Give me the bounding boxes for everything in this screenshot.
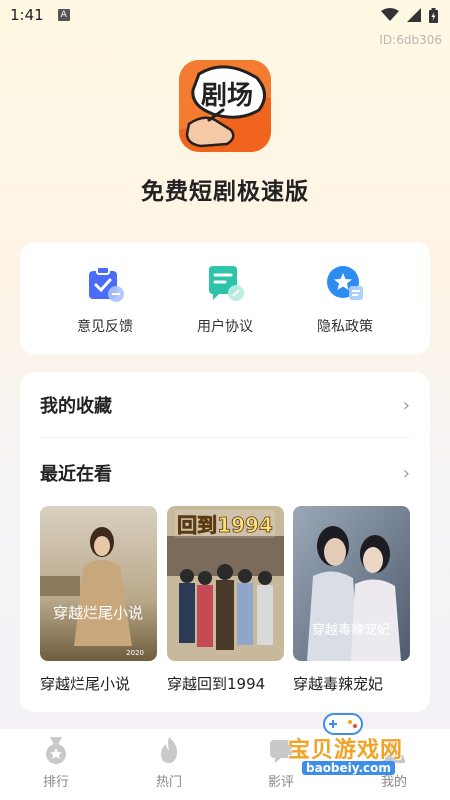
drama-title: 穿越烂尾小说 [40,675,131,693]
agreement-document-icon [205,264,245,304]
drama-poster: 穿越烂尾小说 2020 [40,506,157,661]
nav-ranking[interactable]: 排行 [16,735,96,790]
drama-title: 穿越毒辣宠妃 [293,675,384,693]
app-title: 免费短剧极速版 [141,179,309,205]
svg-text:剧场: 剧场 [201,81,253,111]
user-agreement-label: 用户协议 [197,319,253,335]
svg-text:穿越烂尾小说: 穿越烂尾小说 [53,604,143,622]
status-time: 1:41 [10,6,44,24]
quick-links-card: 意见反馈 用户协议 隐私政策 [20,242,430,354]
nav-ranking-label: 排行 [42,775,69,790]
privacy-badge-icon [325,264,365,304]
wifi-icon [381,8,399,22]
nav-hot-label: 热门 [155,775,182,790]
app-id-label: ID:6db306 [379,33,442,47]
collection-card: 我的收藏 › 最近在看 › 穿越烂尾小说 2020 穿越烂尾小说 回到1994 … [20,372,430,712]
notification-a-icon: A [57,9,70,21]
privacy-policy-link[interactable]: 隐私政策 [285,264,405,336]
svg-text:回到1994: 回到1994 [177,513,273,537]
recent-row[interactable]: 最近在看 › [40,443,410,503]
flame-icon [154,735,184,765]
feedback-clipboard-icon [85,264,125,304]
ranking-medal-icon [41,735,71,765]
drama-poster: 回到1994 [167,506,284,661]
watermark-url: baobeiy.com [302,761,395,775]
watermark-main-text: 宝贝游戏网 [288,738,404,763]
feedback-link[interactable]: 意见反馈 [45,264,165,336]
chevron-right-icon: › [402,394,410,416]
watermark-logo: 宝贝游戏网 baobeiy.com [288,708,418,788]
recent-drama-item[interactable]: 穿越烂尾小说 2020 穿越烂尾小说 [40,506,157,694]
app-logo: 剧场 [179,60,271,152]
drama-poster: 穿越毒辣宠妃 [293,506,410,661]
favorites-label: 我的收藏 [40,396,112,417]
status-indicators [381,7,438,23]
signal-icon [407,8,421,22]
user-agreement-link[interactable]: 用户协议 [165,264,285,336]
svg-text:穿越毒辣宠妃: 穿越毒辣宠妃 [312,622,390,638]
favorites-row[interactable]: 我的收藏 › [40,375,410,435]
privacy-policy-label: 隐私政策 [317,319,373,335]
recent-drama-item[interactable]: 穿越毒辣宠妃 穿越毒辣宠妃 [293,506,410,694]
feedback-label: 意见反馈 [77,319,133,335]
battery-icon [429,7,438,23]
svg-text:2020: 2020 [126,649,144,657]
divider [40,437,410,438]
nav-hot[interactable]: 热门 [129,735,209,790]
drama-title: 穿越回到1994 [167,675,266,693]
chevron-right-icon: › [402,462,410,484]
status-bar: 1:41 A [0,0,450,30]
recent-drama-item[interactable]: 回到1994 穿越回到1994 [167,506,284,694]
recent-label: 最近在看 [40,464,112,485]
